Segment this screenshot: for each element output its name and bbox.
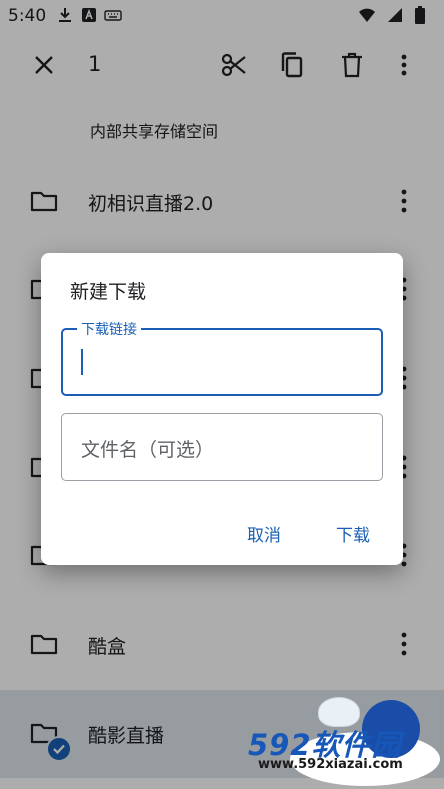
cancel-button[interactable]: 取消 (247, 521, 281, 546)
text-cursor (81, 349, 83, 375)
filename-placeholder: 文件名（可选） (81, 439, 215, 461)
new-download-dialog: 新建下载 下载链接 文件名（可选） 取消 下载 (41, 253, 403, 565)
watermark-url: www.592xiazai.com (258, 757, 403, 772)
file-manager-screen: 5:40 1 内部共享存储空间 初相识直播2.0 酷盒 酷影直播 新建下载 下载… (0, 0, 444, 789)
filename-field[interactable]: 文件名（可选） (61, 413, 383, 481)
download-button[interactable]: 下载 (336, 521, 370, 546)
download-url-field[interactable]: 下载链接 (61, 319, 383, 396)
watermark-logo: 592软件园 www.592xiazai.com (238, 692, 444, 789)
dialog-title: 新建下载 (70, 281, 147, 303)
download-url-label: 下载链接 (77, 319, 141, 339)
